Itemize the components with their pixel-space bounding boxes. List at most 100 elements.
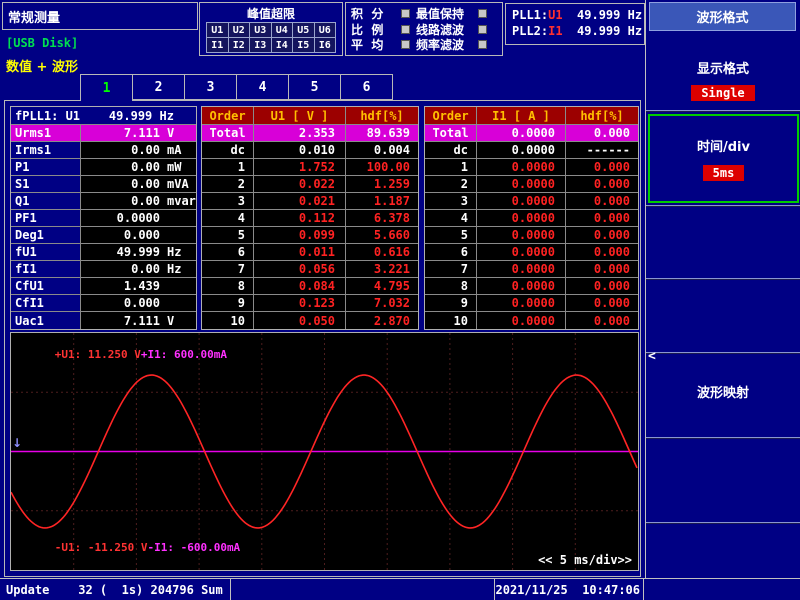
harmonic-order: 6	[425, 244, 477, 260]
measurement-unit: mA	[160, 143, 196, 157]
measurement-row[interactable]: CfI10.000	[11, 295, 196, 312]
flag-label: 频率滤波	[416, 36, 478, 53]
harmonic-order: 9	[425, 295, 477, 311]
harmonic-order: 6	[202, 244, 254, 260]
measurement-row[interactable]: S10.00mVA	[11, 176, 196, 193]
harmonics-table-u1: OrderU1 [ V ]hdf[%]Total2.35389.639dc0.0…	[201, 106, 419, 330]
measurement-row[interactable]: P10.00mW	[11, 159, 196, 176]
waveform-bottom-scale: -U1: -11.250 V-I1: -600.00mA	[15, 528, 240, 567]
harmonic-order: 8	[425, 278, 477, 294]
measurement-number: 0.000	[81, 296, 160, 310]
harmonic-col-value: U1 [ V ]	[254, 107, 346, 124]
harmonic-value: 0.0000	[477, 142, 566, 158]
measurement-number: 1.439	[81, 279, 160, 293]
harmonic-value: 0.0000	[477, 312, 566, 329]
tab-2[interactable]: 2	[132, 74, 185, 100]
harmonic-value: 0.0000	[477, 193, 566, 209]
waveform-top-scale: +U1: 11.250 V+I1: 600.00mA	[15, 335, 227, 374]
harmonic-row: 80.00000.000	[425, 278, 638, 295]
display-format-button[interactable]: 显示格式	[646, 58, 800, 77]
harmonic-row: 80.0844.795	[202, 278, 418, 295]
harmonic-order: 2	[425, 176, 477, 192]
harmonic-row: 100.0502.870	[202, 312, 418, 329]
harmonic-value: 0.0000	[477, 227, 566, 243]
measurement-row[interactable]: fU149.999Hz	[11, 244, 196, 261]
harmonic-order: Total	[425, 125, 477, 141]
measurement-number: 7.111	[81, 126, 160, 140]
measurement-value: 0.00Hz	[81, 261, 196, 277]
measurement-label: CfU1	[11, 278, 81, 294]
harmonic-row: 20.00000.000	[425, 176, 638, 193]
measurement-row[interactable]: fI10.00Hz	[11, 261, 196, 278]
harmonic-hdf: 0.000	[566, 193, 638, 209]
back-arrow-icon[interactable]: <	[648, 349, 656, 364]
peak-cell-u3: U3	[250, 23, 271, 37]
harmonic-order: 4	[202, 210, 254, 226]
harmonic-col-order: Order	[202, 107, 254, 124]
peak-over-limit-title: 峰值超限	[200, 5, 342, 22]
page-tabs: 123456	[81, 74, 393, 101]
harmonic-hdf: 0.000	[566, 159, 638, 175]
flag-label: 最值保持	[416, 5, 478, 22]
measurement-row[interactable]: Deg10.000	[11, 227, 196, 244]
pll-label: PLL1:	[512, 8, 548, 22]
sidebar-divider	[646, 205, 800, 207]
measurement-row[interactable]: PF10.0000	[11, 210, 196, 227]
harmonic-hdf: 7.032	[346, 295, 418, 311]
waveform-mapping-button[interactable]: 波形映射	[646, 382, 800, 401]
flag-indicator-square	[478, 40, 487, 49]
mode-title: 常规测量	[8, 7, 60, 26]
flag-label: 平 均	[351, 36, 401, 53]
harmonic-hdf: 0.000	[566, 227, 638, 243]
harmonic-row: 10.00000.000	[425, 159, 638, 176]
measurement-number: 0.00	[81, 177, 160, 191]
harmonic-row: 20.0221.259	[202, 176, 418, 193]
pll-source: U1	[548, 8, 562, 22]
harmonic-row: 100.00000.000	[425, 312, 638, 329]
usb-disk-label: [USB Disk]	[6, 36, 78, 50]
tab-4[interactable]: 4	[236, 74, 289, 100]
tab-6[interactable]: 6	[340, 74, 393, 100]
harmonic-row: dc0.0100.004	[202, 142, 418, 159]
measurement-row[interactable]: Urms17.111V	[11, 125, 196, 142]
sidebar-divider	[646, 110, 800, 112]
measurement-table-header: fPLL1: U1 49.999 Hz	[11, 107, 196, 125]
measurement-value: 1.439	[81, 278, 196, 294]
measurement-label: Urms1	[11, 125, 81, 141]
harmonic-order: dc	[202, 142, 254, 158]
tab-1[interactable]: 1	[80, 74, 133, 101]
harmonic-order: dc	[425, 142, 477, 158]
harmonic-value: 0.0000	[477, 278, 566, 294]
measurement-number: 0.000	[81, 228, 160, 242]
harmonic-value: 0.011	[254, 244, 346, 260]
harmonic-col-hdf: hdf[%]	[346, 107, 418, 124]
harmonic-order: 3	[202, 193, 254, 209]
flag-row: 积 分最值保持	[351, 7, 497, 20]
measurement-row[interactable]: CfU11.439	[11, 278, 196, 295]
harmonic-hdf: 2.870	[346, 312, 418, 329]
tab-3[interactable]: 3	[184, 74, 237, 100]
harmonic-row: 60.0110.616	[202, 244, 418, 261]
time-div-section-selected[interactable]: 时间/div 5ms	[648, 114, 799, 203]
harmonic-value: 0.0000	[477, 261, 566, 277]
harmonic-value: 0.021	[254, 193, 346, 209]
harmonic-row: 60.00000.000	[425, 244, 638, 261]
harmonic-value: 0.0000	[477, 176, 566, 192]
time-div-button[interactable]: 时间/div	[650, 136, 797, 155]
tab-5[interactable]: 5	[288, 74, 341, 100]
measurement-label: Uac1	[11, 312, 81, 329]
harmonic-row: 90.00000.000	[425, 295, 638, 312]
measurement-row[interactable]: Irms10.00mA	[11, 142, 196, 159]
harmonic-order: 5	[425, 227, 477, 243]
harmonic-order: 7	[202, 261, 254, 277]
harmonic-hdf: 0.004	[346, 142, 418, 158]
flag-indicator-square	[478, 9, 487, 18]
measurement-value: 0.00mA	[81, 142, 196, 158]
measurement-number: 0.00	[81, 160, 160, 174]
harmonic-order: 1	[202, 159, 254, 175]
measurement-unit: V	[160, 314, 196, 328]
harmonic-value: 0.022	[254, 176, 346, 192]
measurement-row[interactable]: Uac17.111V	[11, 312, 196, 329]
measurement-row[interactable]: Q10.00mvar	[11, 193, 196, 210]
harmonic-row: Total0.00000.000	[425, 125, 638, 142]
